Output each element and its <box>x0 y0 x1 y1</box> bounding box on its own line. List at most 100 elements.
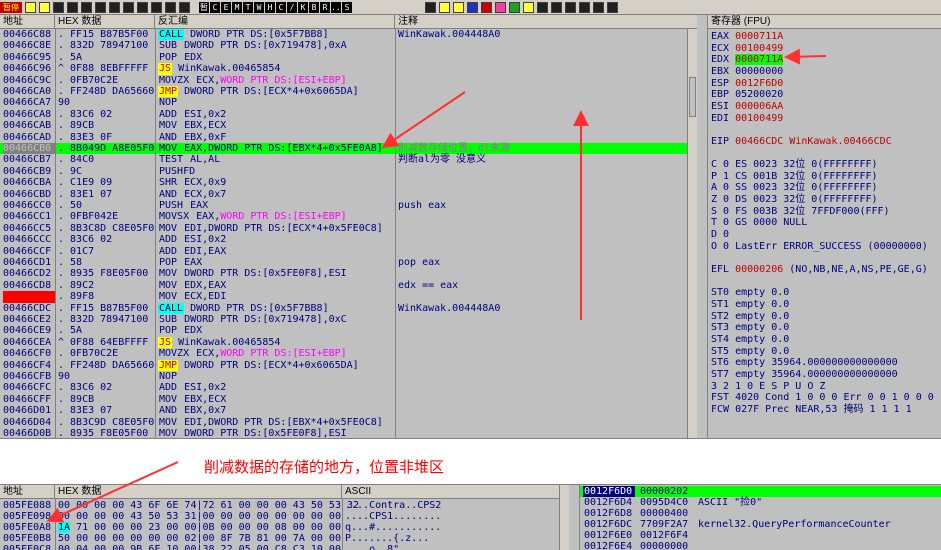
toolbar-tool-button[interactable] <box>467 1 478 13</box>
register-line[interactable]: ST1 empty 0.0 <box>711 299 789 310</box>
stack-row[interactable]: 0012F6DC 7709F2A7 kernel32.QueryPerformanc… <box>580 519 941 530</box>
disasm-row[interactable]: 00466CC0. 50 PUSH EAX push eax <box>0 200 697 211</box>
disasm-row[interactable]: 00466CFF . 89CB MOV EBX,ECX <box>0 394 697 405</box>
register-value[interactable]: 00000206 <box>735 264 783 275</box>
disasm-row[interactable]: 00466CAB . 89CB MOV EBX,ECX <box>0 120 697 131</box>
disasm-row[interactable]: 00466CA7 90 NOP <box>0 97 697 108</box>
toolbar-button[interactable] <box>123 1 134 13</box>
register-line[interactable]: Z 0 DS 0023 32位 0(FFFFFFFF) <box>711 194 878 205</box>
dump-row[interactable]: 005FE098 00 00 00 00 43 50 53 31|00 00 00… <box>0 511 558 522</box>
dump-row[interactable]: 005FE088 00 00 00 00 43 6F 6E 74|72 61 00… <box>0 500 558 511</box>
dump-first-byte[interactable]: 1A <box>58 522 71 533</box>
toolbar-view-button[interactable]: E <box>221 1 231 13</box>
stack-pane[interactable]: 0012F6D0 00000202 0012F6D4 0095D4C0 ASCII "捡… <box>579 485 941 550</box>
toolbar-tool-button[interactable] <box>579 1 590 13</box>
toolbar-tool-button[interactable] <box>593 1 604 13</box>
header-comment[interactable]: 注释 <box>395 15 687 28</box>
register-line[interactable]: P 1 CS 001B 32位 0(FFFFFFFF) <box>711 171 878 182</box>
disasm-row[interactable]: 00466CEA ^ 0F88 64EBFFFF JS WinKawak.00465… <box>0 336 697 349</box>
register-line[interactable]: T 0 GS 0000 NULL <box>711 217 807 228</box>
register-line[interactable]: EBX 00000000 <box>711 66 783 77</box>
stack-row[interactable]: 0012F6E0 0012F6F4 <box>580 530 941 541</box>
disasm-row[interactable]: 00466CB7. 84C0 TEST AL,AL 判断al为零 没意义 <box>0 154 697 165</box>
stack-row[interactable]: 0012F6D8 00000400 <box>580 508 941 519</box>
register-line[interactable]: 3 2 1 0 E S P U O Z <box>711 381 825 392</box>
disasm-row[interactable]: 00466CD8. 89C2 MOV EDX,EAX edx == eax <box>0 280 697 291</box>
scroll-thumb[interactable] <box>689 77 696 117</box>
disasm-row[interactable]: 00466CC5. 8B3C8D C8E05F00 MOV EDI,DWORD P… <box>0 223 697 234</box>
toolbar-tool-button[interactable] <box>551 1 562 13</box>
header-asm[interactable]: 反汇编 <box>155 15 395 28</box>
register-value[interactable]: 05200020 <box>735 89 783 100</box>
disasm-row[interactable]: 00466CE9 . 5A POP EDX <box>0 325 697 336</box>
disasm-row[interactable]: 00466CCC . 83C6 02 ADD ESI,0x2 <box>0 234 697 245</box>
toolbar-view-button[interactable]: H <box>265 1 275 13</box>
toolbar-tool-button[interactable] <box>607 1 618 13</box>
stack-row[interactable]: 0012F6D0 00000202 <box>580 486 941 497</box>
dump-row[interactable]: 005FE0B8 50 00 00 00 00 00 00 02|00 8F 7B… <box>0 533 558 544</box>
register-line[interactable]: EBP 05200020 <box>711 89 783 100</box>
disasm-row[interactable]: 00466CCF . 01C7 ADD EDI,EAX <box>0 246 697 257</box>
stack-row[interactable]: 0012F6E4 00000000 <box>580 541 941 550</box>
disasm-row[interactable]: 00466C9C . 0FB70C2E MOVZX ECX,WORD PTR DS:… <box>0 75 697 86</box>
disasm-row[interactable]: 00466CB9 . 9C PUSHFD <box>0 166 697 177</box>
disasm-row[interactable]: 00466CDA. 89F8 MOV ECX,EDI <box>0 291 697 303</box>
toolbar-tool-button[interactable] <box>425 1 436 13</box>
dump-header-addr[interactable]: 地址 <box>0 485 55 498</box>
disasm-row[interactable]: 00466CE2 . 832D 78947100 SUB DWORD PTR DS:… <box>0 314 697 325</box>
dump-scrollbar[interactable] <box>559 485 569 550</box>
disasm-row[interactable]: 00466CAD . 83E3 0F AND EBX,0xF <box>0 132 697 143</box>
register-line[interactable]: ST6 empty 35964.000000000000000 <box>711 357 898 368</box>
register-line[interactable]: ESP 0012F6D0 <box>711 78 783 89</box>
registers-pane[interactable]: 寄存器 (FPU) EAX 0000711A ECX 00100499 EDX 00… <box>707 15 941 438</box>
toolbar-view-button[interactable]: S <box>342 1 352 13</box>
register-line[interactable]: FST 4020 Cond 1 0 0 0 Err 0 0 1 0 0 0 <box>711 392 934 403</box>
toolbar-tool-button[interactable] <box>509 1 520 13</box>
toolbar-tool-button[interactable] <box>453 1 464 13</box>
register-line[interactable]: FCW 027F Prec NEAR,53 掩码 1 1 1 1 <box>711 404 912 415</box>
register-line[interactable]: EAX 0000711A <box>711 31 783 42</box>
toolbar-view-button[interactable]: K <box>298 1 308 13</box>
dump-header-ascii[interactable]: ASCII <box>342 485 569 498</box>
dump-first-byte[interactable]: 00 <box>58 544 70 550</box>
disasm-row[interactable]: 00466CDC . FF15 B87B5F00 CALL DWORD PTR DS… <box>0 302 697 314</box>
toolbar-tool-button[interactable] <box>495 1 506 13</box>
register-line[interactable]: ST0 empty 0.0 <box>711 287 789 298</box>
register-line[interactable]: ESI 000006AA <box>711 101 783 112</box>
disasm-row[interactable]: 00466C88 . FF15 B87B5F00 CALL DWORD PTR DS… <box>0 29 697 41</box>
register-line[interactable]: ST4 empty 0.0 <box>711 334 789 345</box>
register-line[interactable]: EFL 00000206 (NO,NB,NE,A,NS,PE,GE,G) <box>711 264 928 275</box>
disasm-row[interactable]: 00466CFB 90 NOP <box>0 371 697 382</box>
disasm-row[interactable]: 00466CBD . 83E1 07 AND ECX,0x7 <box>0 189 697 200</box>
disasm-row[interactable]: 00466CA8 . 83C6 02 ADD ESI,0x2 <box>0 109 697 120</box>
toolbar-view-button[interactable]: M <box>232 1 242 13</box>
toolbar-button[interactable] <box>81 1 92 13</box>
toolbar-button[interactable] <box>165 1 176 13</box>
header-hex[interactable]: HEX 数据 <box>55 15 155 28</box>
stack-row[interactable]: 0012F6D4 0095D4C0 ASCII "捡0" <box>580 497 941 508</box>
toolbar-button[interactable] <box>39 1 50 13</box>
dump-row[interactable]: 005FE0A8 1A 71 00 00 00 23 00 00|0B 00 00… <box>0 522 558 533</box>
disasm-row[interactable]: 00466CFC . 83C6 02 ADD ESI,0x2 <box>0 382 697 393</box>
toolbar-button[interactable] <box>25 1 36 13</box>
toolbar-view-button[interactable]: R <box>320 1 330 13</box>
register-line[interactable]: ST5 empty 0.0 <box>711 346 789 357</box>
dump-pane[interactable]: 地址 HEX 数据 ASCII 005FE088 00 00 00 00 43 6… <box>0 485 569 550</box>
toolbar-button[interactable] <box>137 1 148 13</box>
regs-title[interactable]: 寄存器 (FPU) <box>708 15 770 28</box>
toolbar-tool-button[interactable] <box>537 1 548 13</box>
register-line[interactable]: EDI 00100499 <box>711 113 783 124</box>
register-line[interactable]: A 0 SS 0023 32位 0(FFFFFFFF) <box>711 182 878 193</box>
register-value[interactable]: 000006AA <box>735 101 783 112</box>
register-line[interactable]: D 0 <box>711 229 729 240</box>
toolbar-button[interactable] <box>53 1 64 13</box>
register-value[interactable]: 0012F6D0 <box>735 78 783 89</box>
disasm-row[interactable]: 00466CB0. 8B049D A8E05F00 MOV EAX,DWORD P… <box>0 143 697 155</box>
disasm-row[interactable]: 00466CD1. 58 POP EAX pop eax <box>0 257 697 268</box>
register-line[interactable]: ST7 empty 35964.000000000000000 <box>711 369 898 380</box>
dump-first-byte[interactable]: 50 <box>58 533 70 544</box>
toolbar-button[interactable] <box>95 1 106 13</box>
toolbar-view-button[interactable]: / <box>287 1 297 13</box>
disasm-scrollbar[interactable] <box>687 29 697 438</box>
toolbar-view-button[interactable]: ... <box>331 1 345 13</box>
